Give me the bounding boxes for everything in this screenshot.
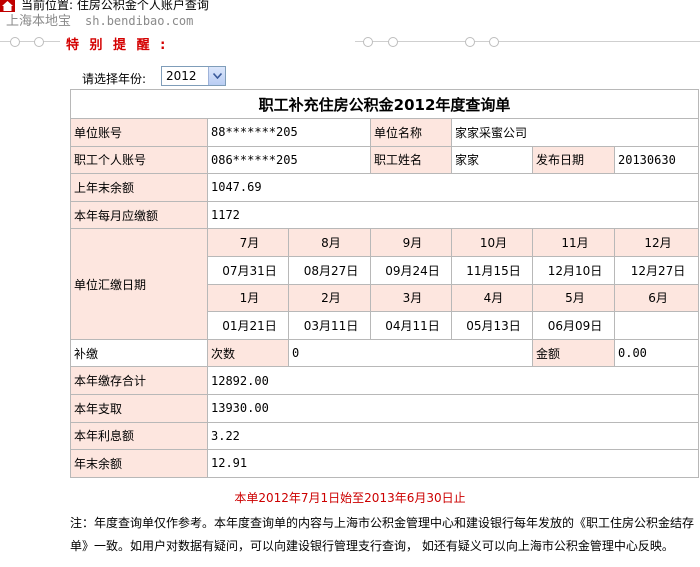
publish-date-label: 发布日期	[532, 145, 615, 175]
remit-date-cell: 11月15日	[451, 255, 533, 285]
month-cell: 6月	[613, 283, 700, 313]
year-interest-value: 3.22	[206, 421, 700, 451]
personal-account-value: 086******205	[207, 145, 371, 175]
remit-date-cell	[613, 311, 700, 340]
divider-ring	[388, 37, 398, 47]
remit-date-cell: 12月10日	[532, 255, 615, 285]
month-cell: 8月	[288, 228, 371, 257]
year-interest-label: 本年利息额	[70, 421, 208, 451]
notice-title: 特 别 提 醒 :	[66, 38, 169, 53]
remit-dates-label: 单位汇缴日期	[70, 228, 208, 340]
year-withdraw-label: 本年支取	[70, 393, 208, 423]
amount-label: 金额	[532, 338, 615, 368]
remit-date-cell: 08月27日	[288, 255, 371, 285]
remit-date-cell: 01月21日	[207, 311, 289, 340]
divider-line-right	[355, 41, 700, 42]
employee-name-value: 家家	[451, 145, 533, 175]
personal-account-label: 职工个人账号	[70, 145, 208, 175]
unit-name-value: 家家采蜜公司	[450, 118, 700, 147]
remit-date-cell: 04月11日	[370, 311, 452, 340]
supplement-label: 补缴	[70, 338, 208, 368]
year-deposit-value: 12892.00	[206, 366, 700, 395]
divider-ring	[489, 37, 499, 47]
month-cell: 1月	[207, 283, 289, 313]
month-cell: 4月	[451, 283, 533, 313]
month-cell: 7月	[207, 228, 289, 257]
provident-fund-table: 职工补充住房公积金2012年度查询单 单位账号 88*******205 单位名…	[69, 89, 700, 478]
chevron-down-icon[interactable]	[208, 67, 225, 85]
year-withdraw-value: 13930.00	[206, 393, 700, 423]
month-cell: 12月	[613, 228, 700, 257]
site-url: sh.bendibao.com	[85, 14, 194, 28]
remit-date-cell: 03月11日	[288, 311, 371, 340]
year-select-value: 2012	[166, 69, 197, 83]
month-cell: 5月	[532, 283, 615, 313]
unit-account-value: 88*******205	[207, 118, 371, 147]
divider-ring	[363, 37, 373, 47]
remit-date-cell: 05月13日	[451, 311, 533, 340]
period-note: 本单2012年7月1日始至2013年6月30日止	[234, 491, 466, 505]
site-name: 上海本地宝	[6, 14, 72, 29]
year-end-balance-value: 12.91	[206, 449, 700, 478]
month-cell: 9月	[370, 228, 452, 257]
footnote: 注：年度查询单仅作参考。本年度查询单的内容与上海市公积金管理中心和建设银行每年发…	[70, 516, 695, 553]
divider-line-left	[0, 41, 60, 42]
year-end-balance-label: 年末余额	[70, 449, 208, 478]
unit-account-label: 单位账号	[70, 118, 208, 147]
table-title: 职工补充住房公积金2012年度查询单	[69, 89, 700, 119]
remit-date-cell: 06月09日	[532, 311, 615, 340]
monthly-due-value: 1172	[206, 200, 700, 230]
remit-date-cell: 07月31日	[207, 255, 289, 285]
remit-date-cell: 12月27日	[613, 255, 700, 285]
publish-date-value: 20130630	[613, 145, 700, 175]
divider-ring	[34, 37, 44, 47]
divider-ring	[465, 37, 475, 47]
divider-ring	[10, 37, 20, 47]
times-value: 0	[288, 338, 533, 368]
month-cell: 10月	[451, 228, 533, 257]
year-deposit-label: 本年缴存合计	[70, 366, 208, 395]
remit-date-cell: 09月24日	[370, 255, 452, 285]
month-cell: 11月	[532, 228, 615, 257]
prev-balance-label: 上年末余额	[70, 173, 208, 202]
unit-name-label: 单位名称	[370, 118, 452, 147]
month-cell: 2月	[288, 283, 371, 313]
site-watermark: 上海本地宝 sh.bendibao.com	[6, 10, 193, 29]
amount-value: 0.00	[613, 338, 700, 368]
month-cell: 3月	[370, 283, 452, 313]
year-select[interactable]: 2012	[161, 66, 226, 86]
monthly-due-label: 本年每月应缴额	[70, 200, 208, 230]
prev-balance-value: 1047.69	[206, 173, 700, 202]
employee-name-label: 职工姓名	[370, 145, 452, 175]
year-select-label: 请选择年份:	[82, 72, 147, 86]
times-label: 次数	[207, 338, 289, 368]
